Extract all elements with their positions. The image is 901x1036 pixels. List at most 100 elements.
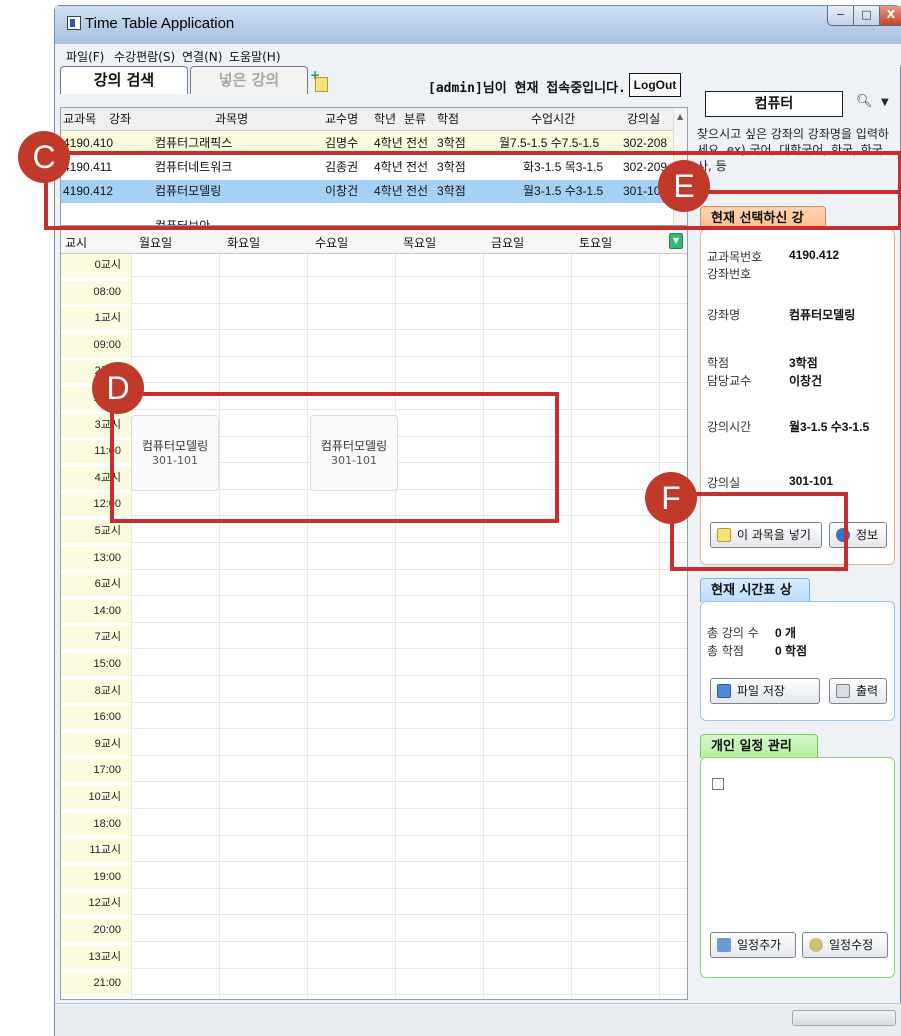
grid-line (307, 254, 308, 999)
timetable-time-label: 11교시 (61, 839, 131, 863)
timetable-row: 12교시 (61, 892, 687, 916)
timetable-row: 5교시 (61, 520, 687, 543)
timetable-row: 13교시 (61, 945, 687, 969)
col-course-name[interactable]: 과목명 (215, 108, 248, 130)
timetable-row: 8교시 (61, 679, 687, 703)
timetable-row: 11교시 (61, 839, 687, 863)
add-schedule-label: 일정추가 (737, 938, 782, 952)
total-credits-value: 0 학점 (775, 644, 808, 658)
chevron-down-icon[interactable]: ▼ (881, 97, 889, 108)
maximize-button[interactable]: □ (853, 6, 880, 26)
logout-button[interactable]: LogOut (629, 73, 681, 97)
minimize-button[interactable]: − (827, 6, 854, 26)
menu-help[interactable]: 도움말(H) (229, 48, 281, 65)
search-icon[interactable]: 🔍︎ (856, 94, 873, 112)
section-no-label: 강좌번호 (707, 267, 752, 281)
class-time-value: 월3-1.5 수3-1.5 (789, 420, 870, 434)
status-bar-grip[interactable] (792, 1010, 896, 1026)
annotation-box-d (110, 392, 559, 523)
add-schedule-icon (717, 938, 731, 952)
menu-connect[interactable]: 연결(N) (182, 48, 222, 65)
print-button[interactable]: 출력 (829, 678, 887, 704)
tt-col-fri: 금요일 (491, 236, 525, 250)
timetable-time-label: 5교시 (61, 520, 131, 543)
save-file-label: 파일 저장 (737, 684, 785, 698)
professor-label: 담당교수 (707, 374, 752, 388)
menu-file[interactable]: 파일(F) (66, 48, 104, 65)
col-class-time[interactable]: 수업시간 (531, 108, 575, 130)
timetable-grid: 교시 월요일 화요일 수요일 목요일 금요일 토요일 ▼ 0교시 08:00 1교시… (60, 229, 688, 1000)
timetable-row: 16:00 (61, 706, 687, 730)
total-courses-value: 0 개 (775, 626, 797, 640)
col-grade[interactable]: 학년 (374, 108, 396, 130)
timetable-row: 0교시 (61, 254, 687, 277)
timetable-time-label: 12교시 (61, 892, 131, 916)
professor-value: 이창건 (789, 374, 823, 388)
new-file-icon[interactable] (310, 68, 328, 92)
timetable-time-label: 14:00 (61, 599, 131, 623)
menu-bar: 파일(F) 수강편람(S) 연결(N) 도움말(H) (55, 44, 901, 66)
tt-col-period: 교시 (65, 236, 88, 250)
schedule-checkbox[interactable] (712, 778, 724, 790)
timetable-time-label: 21:00 (61, 972, 131, 996)
window-title: Time Table Application (85, 15, 235, 32)
tab-course-search[interactable]: 강의 검색 (60, 66, 188, 94)
add-schedule-button[interactable]: 일정추가 (710, 932, 796, 958)
timetable-row: 10교시 (61, 786, 687, 809)
timetable-time-label: 0교시 (61, 254, 131, 277)
annotation-box-e (690, 190, 901, 194)
timetable-row: 9교시 (61, 732, 687, 756)
course-name-value: 컴퓨터모델링 (789, 308, 856, 322)
col-section[interactable]: 강좌 (109, 108, 131, 130)
col-professor[interactable]: 교수명 (325, 108, 358, 130)
col-course-no[interactable]: 교과목 (63, 108, 96, 130)
menu-catalog[interactable]: 수강편람(S) (114, 48, 175, 65)
annotation-label-e: E (658, 160, 710, 212)
col-credits[interactable]: 학점 (437, 108, 459, 130)
login-status: [admin]님이 현재 접속중입니다. (428, 81, 626, 96)
course-search-input[interactable]: 컴퓨터 (705, 91, 843, 117)
timetable-row: 15:00 (61, 653, 687, 676)
class-time-label: 강의시간 (707, 420, 752, 434)
timetable-time-label: 19:00 (61, 865, 131, 889)
col-room[interactable]: 강의실 (627, 108, 660, 130)
credit-value: 3학점 (789, 356, 818, 370)
grid-line (219, 254, 220, 999)
app-icon (67, 16, 81, 30)
timetable-header: 교시 월요일 화요일 수요일 목요일 금요일 토요일 ▼ (61, 230, 687, 254)
timetable-time-label: 15:00 (61, 653, 131, 676)
annotation-box-f (670, 492, 848, 571)
edit-schedule-button[interactable]: 일정수정 (802, 932, 888, 958)
status-bar (55, 1003, 901, 1036)
timetable-row: 14:00 (61, 599, 687, 623)
col-type[interactable]: 분류 (404, 108, 426, 130)
timetable-row: 18:00 (61, 812, 687, 836)
course-list-header: 교과목 강좌 과목명 교수명 학년 분류 학점 수업시간 강의실 (61, 108, 673, 131)
timetable-time-label: 1교시 (61, 307, 131, 331)
save-file-button[interactable]: 파일 저장 (710, 678, 820, 704)
timetable-row: 08:00 (61, 280, 687, 304)
timetable-time-label: 09:00 (61, 333, 131, 357)
timetable-time-label: 16:00 (61, 706, 131, 730)
timetable-time-label: 13교시 (61, 945, 131, 969)
edit-schedule-icon (809, 938, 823, 952)
tt-col-thu: 목요일 (403, 236, 437, 250)
room-value: 301-101 (789, 474, 834, 488)
timetable-scroll-icon[interactable]: ▼ (669, 233, 683, 249)
tab-added-courses[interactable]: 넣은 강의 (190, 66, 308, 94)
close-button[interactable]: X (879, 6, 901, 26)
grid-line (659, 254, 660, 999)
tt-col-wed: 수요일 (315, 236, 349, 250)
timetable-row: 21:00 (61, 972, 687, 996)
timetable-time-label: 18:00 (61, 812, 131, 836)
title-bar: Time Table Application − □ X (55, 6, 901, 44)
info-label: 정보 (856, 528, 879, 542)
schedule-title: 개인 일정 관리 (700, 734, 818, 758)
course-no-value: 4190.412 (789, 248, 840, 262)
edit-schedule-label: 일정수정 (829, 938, 874, 952)
total-credits-label: 총 학점 (707, 644, 744, 658)
grid-line (483, 254, 484, 999)
timetable-row: 1교시 (61, 307, 687, 331)
timetable-row: 19:00 (61, 865, 687, 889)
tt-col-tue: 화요일 (227, 236, 261, 250)
